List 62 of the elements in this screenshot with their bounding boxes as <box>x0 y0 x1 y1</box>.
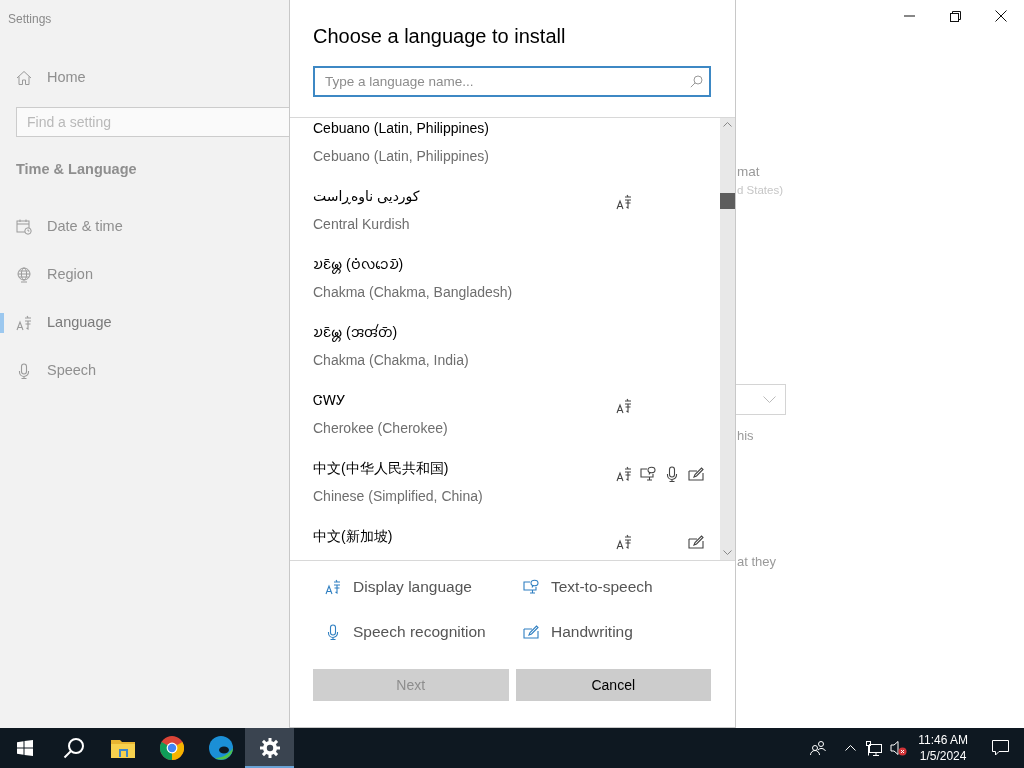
section-heading: Time & Language <box>16 160 138 179</box>
taskbar-button[interactable] <box>245 728 294 768</box>
legend-label: Handwriting <box>551 622 633 643</box>
monitor-speech-icon <box>523 578 539 595</box>
language-icon <box>16 314 32 331</box>
list-option[interactable]: 中文(新加坡) <box>313 526 720 560</box>
list-option[interactable]: 中文(中华人民共和国) Chinese (Simplified, China) <box>313 458 720 526</box>
language-name: Central Kurdish <box>313 216 410 232</box>
chevron-down-icon[interactable] <box>723 550 732 555</box>
chevron-down-icon <box>763 395 776 403</box>
search-field[interactable]: Type a language name... <box>313 66 711 97</box>
dialog-title: Choose a language to install <box>312 24 567 49</box>
cancel-button[interactable]: Cancel <box>515 669 711 701</box>
list-option[interactable]: 𑄌𑄋𑄴𑄟𑄳𑄦 (𑄞𑄢𑄧𑄖𑄴) Chakma (Chakma, India) <box>313 322 720 390</box>
native-name: 𑄌𑄋𑄴𑄟𑄳𑄦 (𑄞𑄢𑄧𑄖𑄴) <box>313 324 398 340</box>
windows-icon <box>16 740 33 756</box>
clock-time[interactable]: 11:46 AM <box>918 732 968 748</box>
placeholder-text: Find a setting <box>27 112 112 132</box>
calendar-icon <box>16 218 32 235</box>
search-icon <box>62 737 85 759</box>
legend-label: Speech recognition <box>353 622 486 643</box>
settings-icon <box>259 738 280 758</box>
native-name: 中文(新加坡) <box>313 528 393 544</box>
microphone-icon <box>16 362 32 379</box>
language-name: Cebuano (Latin, Philippines) <box>313 148 489 164</box>
scrollbar[interactable] <box>720 118 735 560</box>
native-name: 𑄌𑄋𑄴𑄟𑄳𑄦 (𑄝𑄁𑄣𑄘𑄬𑄌𑄴) <box>313 256 404 272</box>
native-name: کوردیی ناوەڕاست <box>313 188 420 204</box>
list-option[interactable]: ᏣᎳᎩ Cherokee (Cherokee) <box>313 390 720 458</box>
list-option[interactable]: Cebuano (Latin, Philippines) Cebuano (Latin, Philippines) <box>313 118 720 186</box>
speaker-muted-icon[interactable] <box>889 740 907 756</box>
scrollbar-thumb[interactable] <box>720 193 735 209</box>
language-name: Chakma (Chakma, India) <box>313 352 469 368</box>
legend-label: Display language <box>353 577 472 597</box>
window-title: Settings <box>8 11 53 28</box>
native-name: 中文(中华人民共和国) <box>313 460 449 476</box>
home-icon <box>16 70 32 86</box>
description-text: his <box>737 426 755 445</box>
browser-icon <box>159 736 184 760</box>
people-icon[interactable] <box>810 740 827 756</box>
globe-icon <box>16 266 32 283</box>
language-name: Chakma (Chakma, Bangladesh) <box>313 284 513 300</box>
description-text: at they <box>737 553 778 571</box>
search-icon <box>690 75 703 88</box>
label-text: mat <box>737 163 761 181</box>
minimize-icon[interactable] <box>903 15 915 17</box>
list-option[interactable]: 𑄌𑄋𑄴𑄟𑄳𑄦 (𑄝𑄁𑄣𑄘𑄬𑄌𑄴) Chakma (Chakma, Bangladesh) <box>313 254 720 322</box>
native-name: ᏣᎳᎩ <box>313 392 346 408</box>
language-name: Cherokee (Cherokee) <box>313 420 448 436</box>
restore-icon[interactable] <box>949 10 961 22</box>
language-icon <box>325 578 341 595</box>
network-icon[interactable] <box>866 740 883 756</box>
browser-icon <box>208 736 233 760</box>
close-icon[interactable] <box>995 10 1007 22</box>
notification-icon[interactable] <box>991 740 1009 756</box>
language-name: Chinese (Simplified, China) <box>313 488 483 504</box>
microphone-icon <box>325 623 341 640</box>
folder-icon <box>110 738 135 758</box>
native-name: Cebuano (Latin, Philippines) <box>313 120 489 136</box>
legend-label: Text-to-speech <box>551 577 653 597</box>
pen-icon <box>523 623 539 640</box>
clock-date[interactable]: 1/5/2024 <box>918 748 968 764</box>
